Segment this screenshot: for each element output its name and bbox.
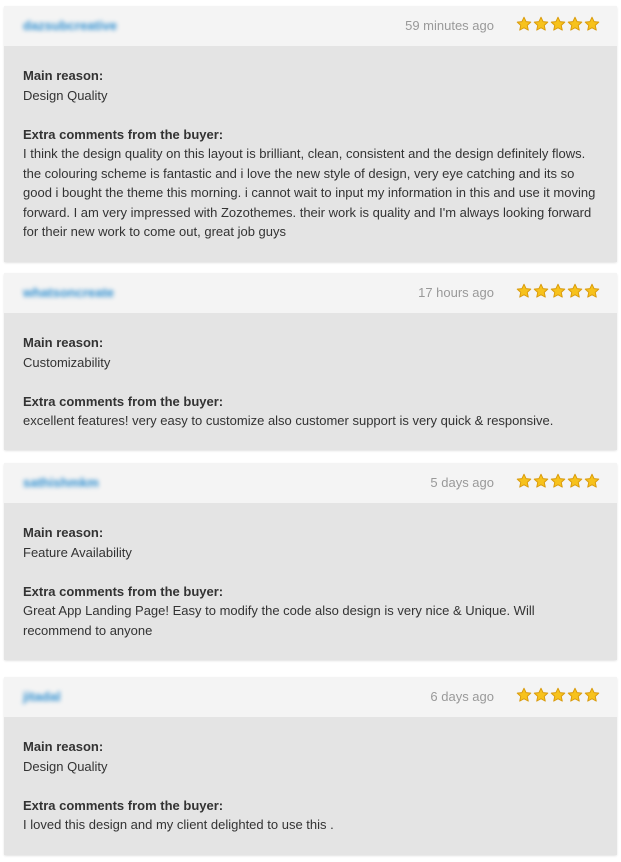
reviewer-username[interactable]: sathishmkm <box>23 475 99 490</box>
reviewer-username[interactable]: whatsoncreate <box>23 285 114 300</box>
star-icon <box>550 473 566 488</box>
star-icon <box>516 16 532 31</box>
main-reason-label: Main reason: <box>23 525 104 540</box>
star-icon <box>584 16 600 31</box>
star-icon <box>550 283 566 298</box>
review-time: 59 minutes ago <box>405 18 494 33</box>
star-icon <box>584 473 600 488</box>
extra-comments-label: Extra comments from the buyer: <box>23 797 224 813</box>
buyer-comment: I loved this design and my client deligh… <box>23 817 334 832</box>
star-rating <box>516 16 600 32</box>
review-body: Main reason: Feature Availability Extra … <box>4 503 617 660</box>
review-header: jitadal 6 days ago <box>4 677 617 717</box>
star-rating <box>516 283 600 299</box>
main-reason-value: Design Quality <box>23 758 108 774</box>
extra-comments-label: Extra comments from the buyer: <box>23 393 224 409</box>
main-reason-value: Feature Availability <box>23 544 132 560</box>
star-icon <box>567 473 583 488</box>
star-icon <box>584 687 600 702</box>
main-reason-label: Main reason: <box>23 68 104 83</box>
star-rating <box>516 473 600 489</box>
review-time: 6 days ago <box>430 689 494 704</box>
buyer-comment: I think the design quality on this layou… <box>23 146 596 239</box>
star-icon <box>567 283 583 298</box>
review-time: 17 hours ago <box>418 285 494 300</box>
review-card: jitadal 6 days ago Main reason: Design Q… <box>4 677 617 855</box>
reviewer-username[interactable]: jitadal <box>23 689 61 704</box>
star-icon <box>533 283 549 298</box>
review-card: dazsubcreative 59 minutes ago Main reaso… <box>4 6 617 262</box>
main-reason-label: Main reason: <box>23 739 104 754</box>
star-icon <box>516 283 532 298</box>
review-body: Main reason: Design Quality Extra commen… <box>4 46 617 262</box>
star-icon <box>567 687 583 702</box>
main-reason-value: Customizability <box>23 354 111 370</box>
buyer-comment: Great App Landing Page! Easy to modify t… <box>23 603 535 638</box>
review-header: sathishmkm 5 days ago <box>4 463 617 503</box>
star-icon <box>584 283 600 298</box>
star-icon <box>533 473 549 488</box>
review-body: Main reason: Design Quality Extra commen… <box>4 717 617 855</box>
reviewer-username[interactable]: dazsubcreative <box>23 18 117 33</box>
extra-comments-label: Extra comments from the buyer: <box>23 126 224 142</box>
extra-comments-label: Extra comments from the buyer: <box>23 583 224 599</box>
buyer-comment: excellent features! very easy to customi… <box>23 413 554 428</box>
review-body: Main reason: Customizability Extra comme… <box>4 313 617 450</box>
star-icon <box>550 687 566 702</box>
star-icon <box>550 16 566 31</box>
star-icon <box>533 16 549 31</box>
review-card: whatsoncreate 17 hours ago Main reason: … <box>4 273 617 450</box>
star-icon <box>533 687 549 702</box>
star-icon <box>516 687 532 702</box>
review-card: sathishmkm 5 days ago Main reason: Featu… <box>4 463 617 660</box>
review-header: whatsoncreate 17 hours ago <box>4 273 617 313</box>
main-reason-value: Design Quality <box>23 87 108 103</box>
star-icon <box>567 16 583 31</box>
review-header: dazsubcreative 59 minutes ago <box>4 6 617 46</box>
star-rating <box>516 687 600 703</box>
star-icon <box>516 473 532 488</box>
main-reason-label: Main reason: <box>23 335 104 350</box>
review-time: 5 days ago <box>430 475 494 490</box>
